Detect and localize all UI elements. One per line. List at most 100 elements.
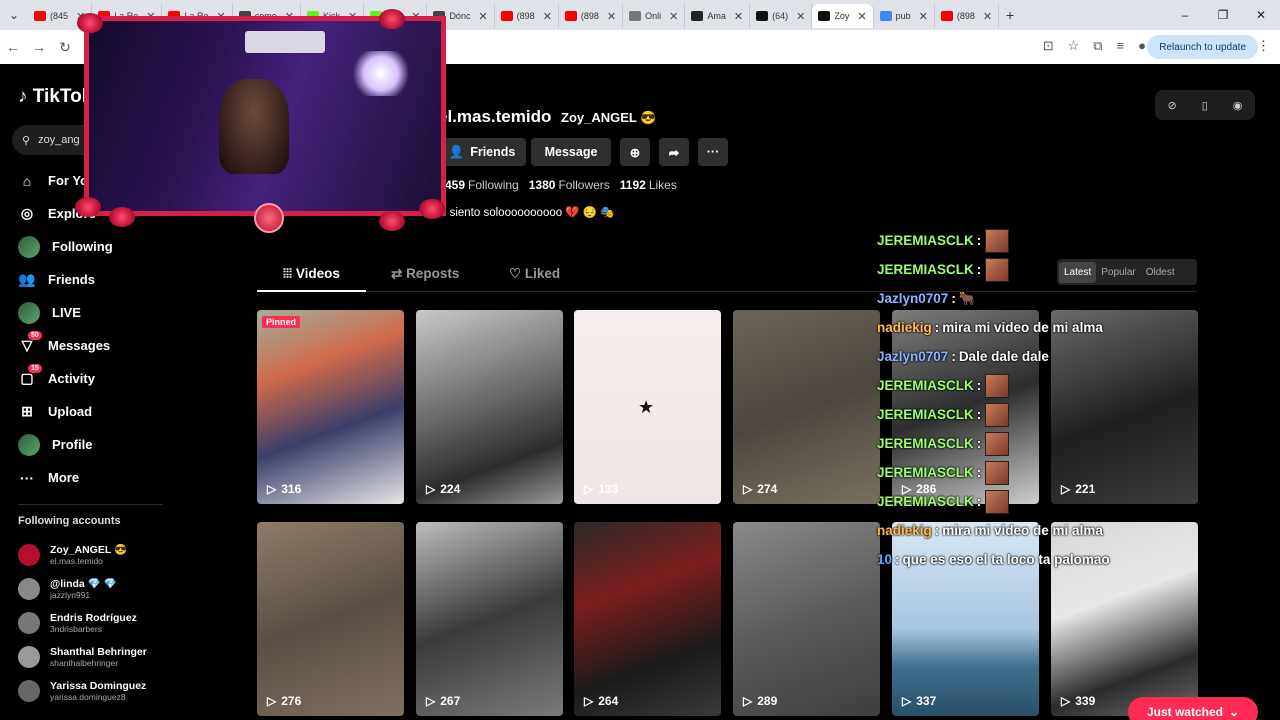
media-icon[interactable]: ≡: [1117, 38, 1125, 54]
just-watched-button[interactable]: Just watched ⌄: [1128, 697, 1258, 720]
reload-icon[interactable]: ↻: [52, 39, 78, 56]
browser-tab[interactable]: pub ✕: [874, 4, 935, 28]
chat-message: 10 : que es eso el ta loco ta palomao: [877, 545, 1137, 574]
following-stat[interactable]: 459 Following: [445, 178, 519, 192]
browser-tab[interactable]: Onli ✕: [623, 4, 686, 28]
chat-emote: [985, 402, 1010, 427]
video-thumbnail[interactable]: ▷ 267: [416, 522, 563, 716]
following-account-item[interactable]: Shanthal Behringer shanthalbehringer: [18, 640, 168, 674]
device-icon[interactable]: ▯: [1202, 99, 1208, 112]
notification-badge: 15: [28, 364, 42, 373]
repost-icon: ⇄: [391, 266, 407, 281]
sidebar-item-more[interactable]: ··· More: [18, 461, 168, 494]
maximize-icon[interactable]: ❐: [1204, 8, 1242, 22]
air-conditioner: [245, 31, 325, 53]
chat-message: JEREMIASCLK :: [877, 255, 1137, 284]
video-thumbnail[interactable]: Pinned ▷ 316: [257, 310, 404, 504]
chat-username: JEREMIASCLK: [877, 465, 974, 480]
likes-stat: 1192 Likes: [620, 178, 677, 192]
view-count: ▷ 224: [426, 482, 460, 496]
close-window-icon[interactable]: ✕: [1242, 8, 1280, 22]
following-account-item[interactable]: Zoy_ANGEL 😎 el.mas.temido: [18, 538, 168, 572]
account-username: jazzlyn991: [50, 590, 91, 600]
sidebar-item-profile[interactable]: Profile: [18, 428, 168, 461]
sidebar-item-label: Following: [52, 239, 113, 254]
tab-label: (898: [516, 11, 535, 21]
video-thumbnail[interactable]: ★ ▷ 133: [574, 310, 721, 504]
browser-tab[interactable]: Zoy ✕: [812, 4, 874, 28]
minimize-icon[interactable]: –: [1166, 8, 1204, 22]
browser-menu-icon[interactable]: ⋮: [1257, 38, 1270, 54]
close-tab-icon[interactable]: ✕: [983, 10, 992, 23]
video-thumbnail[interactable]: ▷ 274: [733, 310, 880, 504]
account-username: yarissa.dominguez8: [50, 692, 126, 702]
sidebar-item-upload[interactable]: ⊞ Upload: [18, 395, 168, 428]
close-tab-icon[interactable]: ✕: [857, 10, 866, 23]
video-thumbnail[interactable]: ▷ 224: [416, 310, 563, 504]
tab-videos[interactable]: ⦙⦙⦙ Videos: [283, 266, 340, 282]
video-thumbnail[interactable]: ▷ 276: [257, 522, 404, 716]
message-button[interactable]: Message: [531, 138, 611, 166]
chat-message: JEREMIASCLK :: [877, 458, 1137, 487]
tiktok-logo[interactable]: ♪ TikTok: [18, 86, 92, 108]
pinned-badge: Pinned: [262, 316, 301, 328]
chat-username: Jazlyn0707: [877, 349, 949, 364]
forward-icon[interactable]: →: [26, 39, 52, 55]
chat-message: JEREMIASCLK :: [877, 487, 1137, 516]
tab-search-chevron-icon[interactable]: ⌄: [0, 8, 28, 22]
followers-stat[interactable]: 1380 Followers: [529, 178, 610, 192]
sidebar-item-friends[interactable]: 👥 Friends: [18, 263, 168, 296]
add-friend-icon[interactable]: ⊕: [620, 138, 650, 166]
friends-icon: 👤: [448, 144, 465, 159]
video-thumbnail[interactable]: ▷ 289: [733, 522, 880, 716]
sidebar-item-following[interactable]: Following: [18, 230, 168, 263]
cloud-decoration: [379, 9, 405, 29]
new-tab-icon[interactable]: +: [999, 7, 1021, 23]
tab-favicon: [879, 11, 892, 21]
play-icon: ▷: [584, 694, 594, 708]
coins-icon[interactable]: ⊘: [1168, 99, 1177, 112]
close-tab-icon[interactable]: ✕: [919, 10, 928, 23]
browser-tab[interactable]: (898 ✕: [935, 4, 1000, 28]
sort-oldest[interactable]: Oldest: [1141, 262, 1180, 283]
explore-icon: ◎: [20, 205, 34, 221]
chat-emote: [985, 228, 1010, 253]
tab-reposts[interactable]: ⇄ Reposts: [391, 266, 459, 282]
account-avatar-icon[interactable]: ●: [1138, 38, 1146, 54]
sidebar-item-messages[interactable]: ▽ Messages 50: [18, 329, 168, 362]
close-tab-icon[interactable]: ✕: [734, 10, 743, 23]
following-account-item[interactable]: Endris Rodríguez 3ndrisbarbers: [18, 606, 168, 640]
close-tab-icon[interactable]: ✕: [607, 10, 616, 23]
following-account-item[interactable]: @linda 💎 💎 jazzlyn991: [18, 572, 168, 606]
cloud-decoration: [419, 199, 445, 219]
friends-icon: 👥: [18, 271, 36, 287]
more-options-icon[interactable]: ···: [698, 138, 728, 166]
sidebar-item-activity[interactable]: ▢ Activity 15: [18, 362, 168, 395]
browser-tab[interactable]: (64) ✕: [750, 4, 813, 28]
chat-message: Jazlyn0707 : Dale dale dale: [877, 342, 1137, 371]
chat-emote: [985, 460, 1010, 485]
close-tab-icon[interactable]: ✕: [796, 10, 805, 23]
close-tab-icon[interactable]: ✕: [669, 10, 678, 23]
browser-tab[interactable]: Ama ✕: [685, 4, 751, 28]
friends-button[interactable]: 👤 Friends: [438, 138, 526, 166]
sidebar-item-live[interactable]: LIVE: [18, 296, 168, 329]
share-icon[interactable]: ➦: [659, 138, 689, 166]
play-icon: ▷: [1061, 694, 1071, 708]
video-thumbnail[interactable]: ▷ 264: [574, 522, 721, 716]
relaunch-button[interactable]: Relaunch to update: [1147, 35, 1258, 59]
view-count: ▷ 264: [584, 694, 618, 708]
browser-tab[interactable]: (898 ✕: [495, 4, 559, 28]
close-tab-icon[interactable]: ✕: [478, 10, 487, 23]
extensions-icon[interactable]: ⧉: [1093, 38, 1102, 54]
chevron-down-icon: ⌄: [1228, 705, 1240, 719]
close-tab-icon[interactable]: ✕: [543, 10, 552, 23]
bookmark-star-icon[interactable]: ☆: [1068, 38, 1080, 54]
following-account-item[interactable]: Yarissa Dominguez yarissa.dominguez8: [18, 674, 168, 708]
back-icon[interactable]: ←: [0, 39, 26, 55]
browser-tab[interactable]: (898 ✕: [559, 4, 624, 28]
user-avatar[interactable]: ◉: [1233, 99, 1243, 112]
install-icon[interactable]: ⊡: [1043, 38, 1054, 54]
profile-nickname: Zoy_ANGEL 😎: [561, 110, 657, 125]
tab-liked[interactable]: ♡ Liked: [509, 266, 560, 282]
